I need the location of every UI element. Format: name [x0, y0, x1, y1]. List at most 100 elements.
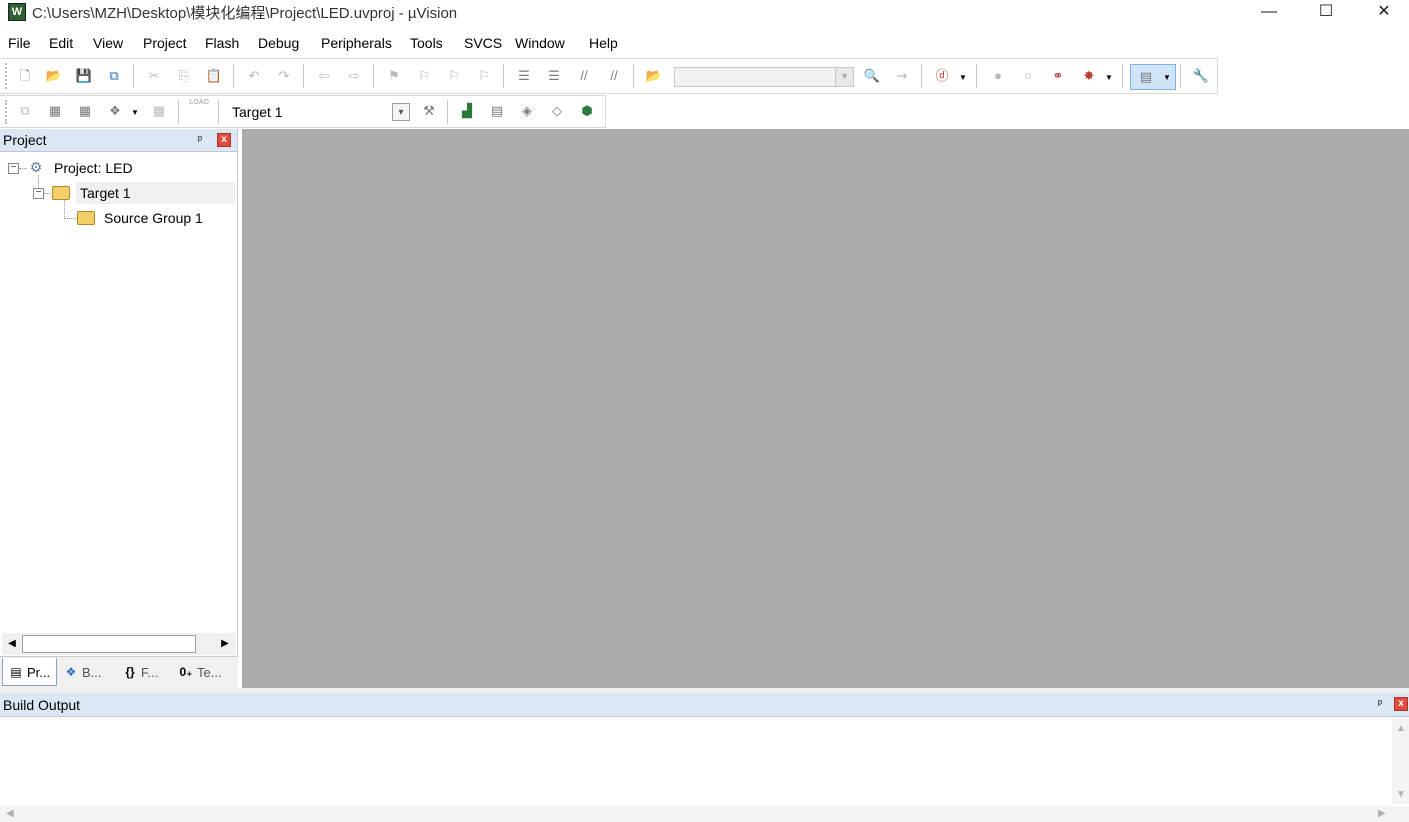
build-output-vertical-scrollbar[interactable]: ▲ ▼: [1392, 719, 1409, 804]
scroll-left-arrow-icon[interactable]: ◀: [3, 634, 21, 654]
toolbar-separator: [218, 100, 219, 124]
app-icon: W: [8, 3, 26, 21]
toolbar-grip[interactable]: [5, 100, 9, 124]
menu-edit[interactable]: Edit: [49, 35, 73, 51]
menu-view[interactable]: View: [93, 35, 123, 51]
menu-svcs[interactable]: SVCS: [464, 35, 502, 51]
new-file-icon[interactable]: 🗋: [14, 65, 36, 87]
menu-flash[interactable]: Flash: [205, 35, 239, 51]
menu-project[interactable]: Project: [143, 35, 187, 51]
pin-icon[interactable]: ᵖ: [194, 133, 206, 147]
navigate-back-icon[interactable]: ⇦: [313, 65, 335, 87]
manage-project-items-icon[interactable]: ▟: [456, 100, 478, 122]
menu-window[interactable]: Window: [515, 35, 565, 51]
chevron-down-icon[interactable]: ▾: [392, 103, 410, 121]
close-panel-icon[interactable]: x: [1394, 697, 1408, 711]
window-layout-button[interactable]: ▤ ▼: [1130, 64, 1176, 90]
kill-breakpoints-icon[interactable]: ✸: [1078, 65, 1100, 87]
options-for-target-icon[interactable]: ⚒: [418, 100, 440, 122]
batch-build-dropdown-arrow-icon[interactable]: ▼: [131, 108, 139, 117]
tab-books[interactable]: ❖ B...: [58, 658, 115, 686]
previous-bookmark-icon[interactable]: ⚐: [413, 65, 435, 87]
tab-label: B...: [82, 665, 102, 680]
project-panel-title: Project: [3, 132, 47, 148]
menu-file[interactable]: File: [8, 35, 31, 51]
menu-tools[interactable]: Tools: [410, 35, 443, 51]
tab-project[interactable]: ▤ Pr...: [2, 658, 57, 686]
menu-help[interactable]: Help: [589, 35, 618, 51]
translate-icon[interactable]: ⧉: [14, 100, 36, 122]
enable-breakpoint-icon[interactable]: ○: [1017, 65, 1039, 87]
close-window-button[interactable]: ✕: [1355, 0, 1409, 28]
insert-breakpoint-icon[interactable]: ●: [987, 65, 1009, 87]
pack-installer-icon[interactable]: ◈: [516, 100, 538, 122]
build-icon[interactable]: ▦: [44, 100, 66, 122]
stop-build-icon[interactable]: ▦: [148, 100, 170, 122]
manage-rte-icon[interactable]: ◇: [546, 100, 568, 122]
build-output-header: Build Output ᵖ x: [0, 693, 1409, 717]
select-packs-icon[interactable]: ▤: [486, 100, 508, 122]
menu-debug[interactable]: Debug: [258, 35, 299, 51]
comment-icon[interactable]: //: [573, 65, 595, 87]
target-select[interactable]: Target 1 ▾: [226, 102, 411, 122]
clear-bookmarks-icon[interactable]: ⚐: [473, 65, 495, 87]
rebuild-icon[interactable]: ▦: [74, 100, 96, 122]
minimize-button[interactable]: —: [1240, 0, 1298, 28]
functions-tab-icon: {}: [125, 665, 135, 679]
redo-icon[interactable]: ↷: [273, 65, 295, 87]
scrollbar-thumb[interactable]: [22, 635, 196, 653]
target-folder-icon: [52, 186, 70, 200]
close-panel-icon[interactable]: x: [217, 133, 231, 147]
project-horizontal-scrollbar[interactable]: ◀ ▶: [2, 633, 236, 655]
open-file-icon[interactable]: 📂: [43, 65, 65, 87]
insert-bookmark-icon[interactable]: ⚑: [383, 65, 405, 87]
unindent-icon[interactable]: ☰: [543, 65, 565, 87]
toolbar-grip[interactable]: [5, 63, 9, 89]
find-in-files-icon[interactable]: 📂: [643, 65, 665, 87]
load-download-icon[interactable]: LOAD: [188, 98, 210, 120]
cut-icon[interactable]: ✂: [143, 65, 165, 87]
incremental-find-icon[interactable]: ⇝: [891, 65, 913, 87]
tab-templates[interactable]: 0₊ Te...: [173, 658, 233, 686]
tab-functions[interactable]: {} F...: [117, 658, 172, 686]
indent-icon[interactable]: ☰: [513, 65, 535, 87]
build-output-horizontal-scrollbar[interactable]: ◀ ▶: [0, 806, 1409, 822]
scroll-down-arrow-icon[interactable]: ▼: [1396, 789, 1406, 800]
breakpoints-dropdown-arrow-icon[interactable]: ▼: [1105, 73, 1113, 82]
collapse-icon[interactable]: −: [8, 163, 19, 174]
scroll-left-arrow-icon[interactable]: ◀: [6, 808, 14, 819]
save-all-icon[interactable]: ⧉: [103, 65, 125, 87]
menu-peripherals[interactable]: Peripherals: [321, 35, 392, 51]
uncomment-icon[interactable]: //: [603, 65, 625, 87]
tree-item-project[interactable]: − ⚙ Project: LED: [0, 157, 236, 179]
find-icon[interactable]: 🔍: [861, 65, 883, 87]
batch-build-icon[interactable]: ❖: [104, 100, 126, 122]
toolbar-separator: [447, 100, 448, 124]
configure-wrench-icon[interactable]: 🔧: [1190, 65, 1212, 87]
undo-icon[interactable]: ↶: [243, 65, 265, 87]
navigate-forward-icon[interactable]: ⇨: [343, 65, 365, 87]
scroll-up-arrow-icon[interactable]: ▲: [1396, 723, 1406, 734]
chevron-down-icon[interactable]: ▾: [835, 68, 853, 86]
collapse-icon[interactable]: −: [33, 188, 44, 199]
scroll-right-arrow-icon[interactable]: ▶: [1378, 808, 1386, 819]
scroll-right-arrow-icon[interactable]: ▶: [216, 634, 234, 654]
menu-bar: File Edit View Project Flash Debug Perip…: [0, 30, 1409, 56]
paste-icon[interactable]: 📋: [203, 65, 225, 87]
find-combo[interactable]: ▾: [674, 67, 854, 87]
tree-item-target[interactable]: − Target 1: [0, 182, 236, 204]
copy-icon[interactable]: ⎘: [173, 65, 195, 87]
debug-dropdown-arrow-icon[interactable]: ▼: [959, 73, 967, 82]
debug-session-icon[interactable]: ⓓ: [931, 65, 953, 87]
save-icon[interactable]: 💾: [73, 65, 95, 87]
tree-item-source-group[interactable]: Source Group 1: [0, 207, 236, 229]
build-output-panel: Build Output ᵖ x ▲ ▼ ◀ ▶: [0, 693, 1409, 822]
editor-area[interactable]: [242, 129, 1409, 688]
build-toolbar: ⧉ ▦ ▦ ❖ ▼ ▦ LOAD Target 1 ▾ ⚒ ▟ ▤ ◈ ◇ ⬢: [0, 95, 606, 128]
next-bookmark-icon[interactable]: ⚐: [443, 65, 465, 87]
maximize-button[interactable]: ☐: [1297, 0, 1355, 28]
pin-icon[interactable]: ᵖ: [1374, 697, 1386, 711]
toolbar-separator: [233, 64, 234, 88]
run-time-environment-icon[interactable]: ⬢: [576, 100, 598, 122]
disable-breakpoints-icon[interactable]: ⚭: [1047, 65, 1069, 87]
